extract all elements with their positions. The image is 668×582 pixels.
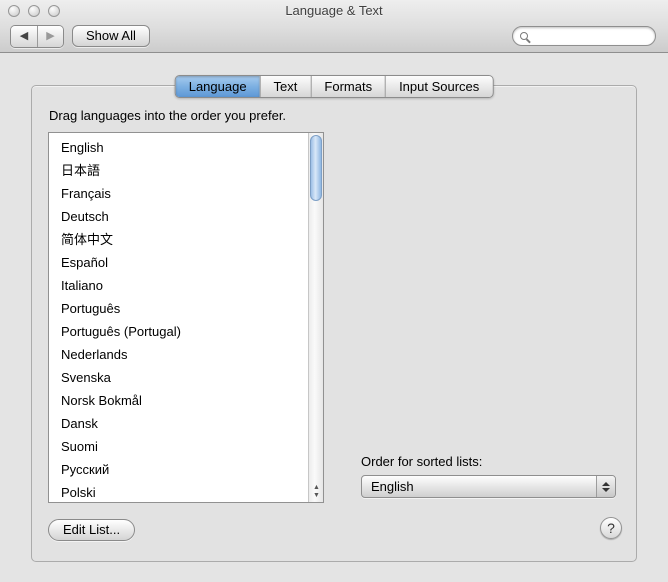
scrollbar[interactable]: ▲ ▼ (308, 133, 323, 502)
title-bar[interactable]: Language & Text (0, 0, 668, 22)
language-list-item[interactable]: English (49, 136, 308, 159)
tab-bar: Language Text Formats Input Sources (174, 75, 494, 98)
language-list-item[interactable]: Español (49, 251, 308, 274)
zoom-button-icon[interactable] (48, 5, 60, 17)
language-list-item[interactable]: Nederlands (49, 343, 308, 366)
sorted-lists-value: English (371, 479, 414, 494)
language-list-item[interactable]: Svenska (49, 366, 308, 389)
back-button[interactable]: ◀ (11, 26, 37, 47)
show-all-button[interactable]: Show All (72, 25, 150, 47)
language-list-item[interactable]: Dansk (49, 412, 308, 435)
scrollbar-thumb[interactable] (310, 135, 322, 201)
language-list-item[interactable]: Français (49, 182, 308, 205)
forward-arrow-icon: ▶ (46, 30, 55, 42)
minimize-button-icon[interactable] (28, 5, 40, 17)
preferences-window: Language & Text ◀ ▶ Show All Language Tex… (0, 0, 668, 582)
language-list-item[interactable]: Norsk Bokmål (49, 389, 308, 412)
scrollbar-arrows[interactable]: ▲ ▼ (309, 484, 323, 500)
forward-button[interactable]: ▶ (37, 26, 63, 47)
sorted-lists-label: Order for sorted lists: (361, 454, 483, 469)
language-list-item[interactable]: 日本語 (49, 159, 308, 182)
search-icon (520, 32, 528, 40)
popup-arrows-icon (596, 476, 615, 497)
window-header: Language & Text ◀ ▶ Show All (0, 0, 668, 53)
language-list-item[interactable]: Suomi (49, 435, 308, 458)
window-controls (8, 5, 60, 17)
language-list[interactable]: English 日本語 Français Deutsch 简体中文 Español Ital… (48, 132, 324, 503)
language-list-item[interactable]: Português (Portugal) (49, 320, 308, 343)
instruction-text: Drag languages into the order you prefer… (49, 108, 287, 123)
close-button-icon[interactable] (8, 5, 20, 17)
language-list-item[interactable]: Русский (49, 458, 308, 481)
tab-language[interactable]: Language (175, 76, 260, 97)
language-list-item[interactable]: Polski (49, 481, 308, 502)
sorted-lists-popup[interactable]: English (361, 475, 616, 498)
edit-list-button[interactable]: Edit List... (48, 519, 136, 541)
tab-formats[interactable]: Formats (310, 76, 386, 97)
language-pane: Language Text Formats Input Sources Drag la… (31, 75, 637, 562)
search-input[interactable] (528, 29, 668, 43)
toolbar: ◀ ▶ Show All (0, 22, 668, 53)
tab-text[interactable]: Text (259, 76, 311, 97)
help-button[interactable]: ? (600, 517, 622, 539)
language-items: English 日本語 Français Deutsch 简体中文 Español Ital… (49, 136, 308, 502)
nav-buttons: ◀ ▶ (10, 25, 64, 48)
language-list-item[interactable]: 简体中文 (49, 228, 308, 251)
tab-input-sources[interactable]: Input Sources (385, 76, 493, 97)
language-list-item[interactable]: Português (49, 297, 308, 320)
back-arrow-icon: ◀ (19, 30, 29, 42)
search-field[interactable] (512, 26, 668, 46)
language-list-item[interactable]: Italiano (49, 274, 308, 297)
language-list-item[interactable]: Deutsch (49, 205, 308, 228)
window-title: Language & Text (285, 3, 383, 18)
